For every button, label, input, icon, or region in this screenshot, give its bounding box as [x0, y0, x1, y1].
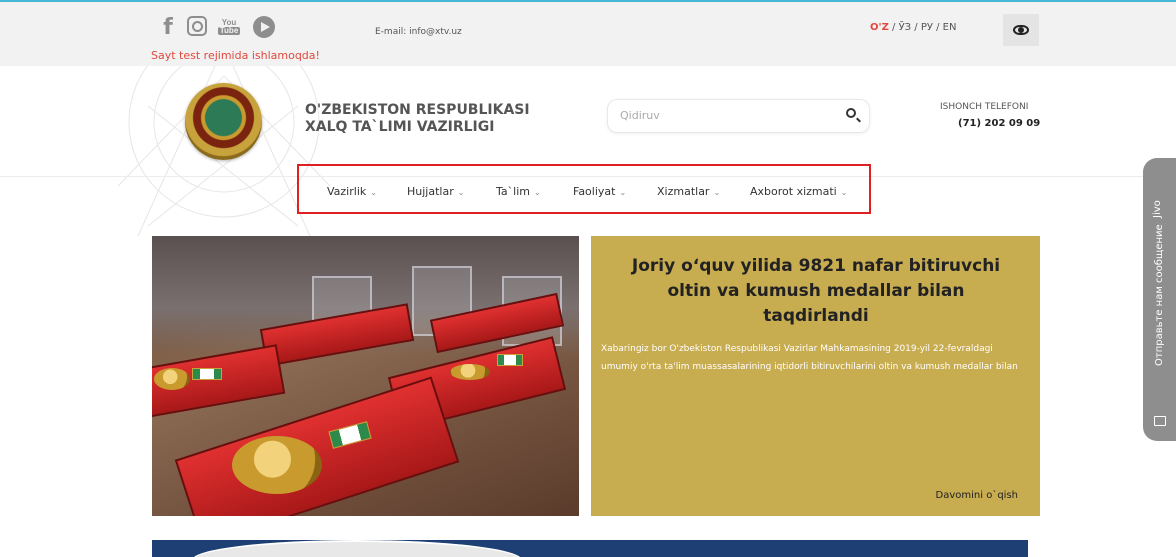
nav-item-xizmatlar[interactable]: Xizmatlar ⌄ [657, 185, 720, 198]
nav-item-vazirlik[interactable]: Vazirlik ⌄ [327, 185, 377, 198]
medal-ribbon [497, 354, 523, 366]
banner-image [192, 540, 522, 557]
nav-item-axborot-xizmati[interactable]: Axborot xizmati ⌄ [750, 185, 847, 198]
emblem-watermark [118, 66, 331, 237]
eye-icon [1013, 25, 1029, 35]
medal [232, 436, 322, 494]
facebook-icon[interactable]: f [157, 15, 179, 40]
chevron-down-icon: ⌄ [457, 188, 465, 197]
test-mode-notice: Sayt test rejimida ishlamoqda! [151, 49, 320, 62]
ministry-name-line2: XALQ TA`LIMI VAZIRLIGI [305, 119, 495, 135]
chevron-down-icon: ⌄ [370, 188, 377, 197]
youtube-icon-bottom: Tube [217, 26, 241, 35]
lang-separator: / [932, 22, 943, 33]
hotline-label: ISHONCH TELEFONI [940, 102, 1029, 112]
nav-item-faoliyat[interactable]: Faoliyat ⌄ [573, 185, 626, 198]
next-banner[interactable] [152, 540, 1028, 557]
nav-item-hujjatlar[interactable]: Hujjatlar ⌄ [407, 185, 464, 198]
news-image[interactable] [152, 236, 579, 516]
nav-item-label: Axborot xizmati [750, 185, 837, 198]
top-bar: f You Tube E-mail: info@xtv.uz Sayt test … [0, 2, 1176, 66]
lang-ru[interactable]: РУ [921, 22, 933, 33]
message-icon [1154, 416, 1166, 426]
accessibility-button[interactable] [1003, 14, 1039, 46]
lang-separator: / [888, 22, 899, 33]
search-box [607, 99, 870, 133]
language-switcher: O'Z / ЎЗ / РУ / EN [870, 22, 956, 33]
news-title[interactable]: Joriy oʻquv yilida 9821 nafar bitiruvchi… [621, 254, 1011, 329]
chevron-down-icon: ⌄ [533, 188, 541, 197]
lang-uz-latin[interactable]: O'Z [870, 22, 889, 33]
feedback-label: Отправьте нам сообщение [1154, 224, 1165, 366]
chevron-down-icon: ⌄ [619, 188, 627, 197]
ministry-name[interactable]: O'ZBEKISTON RESPUBLIKASI XALQ TA`LIMI VA… [305, 102, 530, 136]
nav-item-label: Hujjatlar [407, 185, 454, 198]
nav-item-talim[interactable]: Ta`lim ⌄ [496, 185, 541, 198]
medal-ribbon [192, 368, 222, 380]
news-excerpt: Xabaringiz bor O'zbekiston Respublikasi … [601, 344, 1018, 372]
nav-item-label: Vazirlik [327, 185, 367, 198]
youtube-icon[interactable]: You Tube [217, 16, 241, 38]
hotline-number[interactable]: (71) 202 09 09 [958, 118, 1040, 129]
nav-item-label: Faoliyat [573, 185, 616, 198]
medal [154, 368, 190, 390]
lang-en[interactable]: EN [943, 22, 957, 33]
lang-separator: / [911, 22, 921, 33]
ministry-name-line1: O'ZBEKISTON RESPUBLIKASI [305, 102, 530, 118]
nav-item-label: Xizmatlar [657, 185, 710, 198]
featured-news-card[interactable]: Joriy oʻquv yilida 9821 nafar bitiruvchi… [591, 236, 1040, 516]
contact-email: E-mail: info@xtv.uz [375, 27, 462, 37]
state-emblem-logo[interactable] [185, 83, 262, 160]
search-icon[interactable] [846, 108, 856, 118]
instagram-icon[interactable] [187, 16, 207, 36]
nav-item-label: Ta`lim [496, 185, 530, 198]
feedback-widget-tab[interactable]: Jivo Отправьте нам сообщение [1143, 158, 1176, 441]
medal [450, 364, 490, 380]
chevron-down-icon: ⌄ [840, 188, 848, 197]
lang-uz-cyrillic[interactable]: ЎЗ [899, 22, 912, 33]
chevron-down-icon: ⌄ [713, 188, 721, 197]
read-more-link[interactable]: Davomini o`qish [936, 490, 1018, 501]
telegram-icon[interactable] [253, 16, 275, 38]
search-input[interactable] [620, 109, 820, 122]
